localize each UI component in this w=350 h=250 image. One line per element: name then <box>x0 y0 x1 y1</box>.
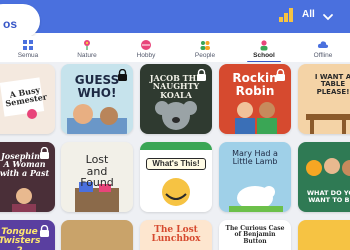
cloud-icon <box>317 38 329 50</box>
grid-icon <box>22 38 34 50</box>
lock-icon <box>39 147 50 159</box>
book-title: The Curious Case of Benjamin Button <box>225 225 285 245</box>
lock-icon <box>39 225 50 237</box>
book-card[interactable]: Tongue Twisters 2 <box>0 220 55 250</box>
tab-label: School <box>253 52 275 59</box>
tab-nature[interactable]: Nature <box>67 36 107 62</box>
tab-people[interactable]: People <box>185 36 225 62</box>
lock-icon <box>196 69 207 81</box>
book-title: The Lost Lunchbox <box>151 225 201 245</box>
people-icon <box>199 38 211 50</box>
book-card[interactable]: GUESS WHO! <box>61 64 133 134</box>
book-title: Tongue Twisters 2 <box>0 227 41 250</box>
book-card[interactable]: A Busy Semester <box>0 64 55 134</box>
category-tabs: Semua Nature Hobby People School Offline <box>0 36 350 62</box>
lock-icon <box>275 69 286 81</box>
book-card[interactable]: Mary Had a Little Lamb <box>219 142 291 212</box>
tab-hobby[interactable]: Hobby <box>126 36 166 62</box>
book-card[interactable]: JACOB THE NAUGHTY KOALA <box>140 64 212 134</box>
book-card[interactable]: What's This! <box>140 142 212 212</box>
book-title: Mary Had a Little Lamb <box>232 149 278 167</box>
book-card[interactable]: The Lost Lunchbox <box>140 220 212 250</box>
book-card[interactable]: Rockin Robin <box>219 64 291 134</box>
book-title: I WANT A TABLE PLEASE! <box>314 73 350 96</box>
level-icon[interactable] <box>278 7 294 23</box>
tab-label: People <box>194 52 216 59</box>
tab-offline[interactable]: Offline <box>303 36 343 62</box>
book-card[interactable] <box>298 220 350 250</box>
book-title: What's This! <box>146 158 206 171</box>
tab-school[interactable]: School <box>244 36 284 62</box>
book-card[interactable]: Lost and Found <box>61 142 133 212</box>
book-grid: A Busy Semester GUESS WHO! JACOB THE NAU… <box>0 62 350 250</box>
book-card[interactable] <box>61 220 133 250</box>
top-bar: os All <box>0 0 350 38</box>
school-icon <box>258 38 270 51</box>
filter-dropdown-label[interactable]: All <box>302 9 315 20</box>
book-card[interactable]: I WANT A TABLE PLEASE! <box>298 64 350 134</box>
chevron-down-icon[interactable] <box>322 10 334 22</box>
book-title: WHAT DO YOU WANT TO BE? <box>306 189 350 204</box>
app-logo-text: os <box>3 17 18 31</box>
tab-label: Hobby <box>136 52 156 59</box>
book-title: Lost and Found <box>80 153 114 190</box>
book-card[interactable]: Josephine: A Woman with a Past <box>0 142 55 212</box>
app-logo[interactable]: os <box>0 4 40 38</box>
tab-semua[interactable]: Semua <box>8 36 48 62</box>
ball-icon <box>140 38 152 50</box>
tab-label: Semua <box>17 52 39 59</box>
tab-label: Nature <box>77 52 97 59</box>
book-card[interactable]: WHAT DO YOU WANT TO BE? <box>298 142 350 212</box>
tab-label: Offline <box>313 52 333 59</box>
lock-icon <box>117 69 128 81</box>
flower-icon <box>81 38 93 50</box>
book-card[interactable]: The Curious Case of Benjamin Button <box>219 220 291 250</box>
